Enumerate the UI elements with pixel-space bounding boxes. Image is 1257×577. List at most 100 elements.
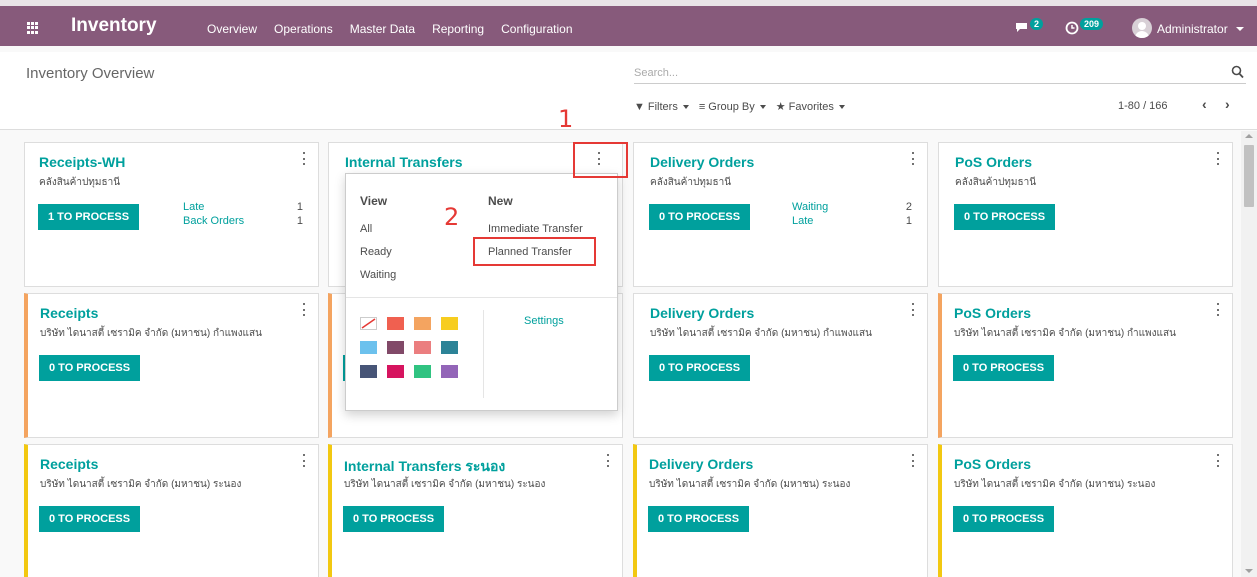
user-menu[interactable]: Administrator [1157, 22, 1228, 36]
search-bar [634, 64, 1246, 84]
color-swatch[interactable] [360, 341, 377, 354]
kebab-menu-icon[interactable] [1216, 303, 1220, 316]
color-swatch[interactable] [441, 341, 458, 354]
search-options: ▼ Filters ≡ Group By ★ Favorites [634, 100, 855, 113]
activity-count-badge: 209 [1080, 18, 1104, 30]
card-subtitle: คลังสินค้าปทุมธานี [39, 177, 121, 188]
kebab-menu-icon[interactable] [302, 152, 306, 165]
card-title[interactable]: Delivery Orders [649, 456, 753, 472]
menu-overview[interactable]: Overview [207, 22, 257, 36]
menu-reporting[interactable]: Reporting [432, 22, 484, 36]
pager-next-button[interactable]: › [1225, 96, 1230, 112]
view-waiting-item[interactable]: Waiting [360, 269, 396, 281]
kebab-menu-icon[interactable] [911, 303, 915, 316]
color-swatch[interactable] [441, 365, 458, 378]
color-swatch[interactable] [441, 317, 458, 330]
scrollbar-thumb[interactable] [1244, 145, 1254, 207]
kanban-card[interactable]: Receipts-WH คลังสินค้าปทุมธานี 1 TO PROC… [24, 142, 319, 287]
color-swatch[interactable] [387, 365, 404, 378]
menu-master-data[interactable]: Master Data [350, 22, 415, 36]
kebab-menu-icon[interactable] [1216, 152, 1220, 165]
search-icon[interactable] [1231, 65, 1244, 79]
view-all-item[interactable]: All [360, 223, 372, 235]
stat-link-late[interactable]: Late [183, 200, 204, 214]
card-subtitle: บริษัท ไดนาสตี้ เซรามิค จำกัด (มหาชน) ระ… [649, 479, 851, 490]
annotation-number-2: 2 [444, 203, 460, 231]
card-title[interactable]: Delivery Orders [650, 154, 754, 170]
color-swatch[interactable] [387, 341, 404, 354]
stat-link-waiting[interactable]: Waiting [792, 200, 828, 214]
caret-down-icon [838, 104, 845, 109]
immediate-transfer-item[interactable]: Immediate Transfer [488, 223, 583, 235]
card-title[interactable]: PoS Orders [955, 154, 1032, 170]
card-subtitle: บริษัท ไดนาสตี้ เซรามิค จำกัด (มหาชน) ระ… [344, 479, 546, 490]
kebab-menu-icon[interactable] [302, 303, 306, 316]
card-title[interactable]: Receipts [40, 456, 98, 472]
search-input[interactable] [634, 64, 1214, 82]
color-swatch[interactable] [414, 317, 431, 330]
to-process-button[interactable]: 0 TO PROCESS [343, 506, 445, 532]
color-swatch[interactable] [360, 365, 377, 378]
kebab-menu-icon[interactable] [606, 454, 610, 467]
to-process-button[interactable]: 0 TO PROCESS [953, 355, 1055, 381]
group-by-button[interactable]: ≡ Group By [699, 101, 766, 113]
stat-link-back-orders[interactable]: Back Orders [183, 214, 244, 228]
menu-configuration[interactable]: Configuration [501, 22, 572, 36]
chat-icon[interactable] [1015, 22, 1028, 33]
no-color-swatch[interactable] [360, 317, 377, 330]
filters-button[interactable]: ▼ Filters [634, 101, 689, 113]
vertical-scrollbar[interactable] [1241, 131, 1257, 577]
kanban-card[interactable]: Delivery Orders คลังสินค้าปทุมธานี 0 TO … [633, 142, 928, 287]
menu-operations[interactable]: Operations [274, 22, 333, 36]
kanban-card[interactable]: Delivery Orders บริษัท ไดนาสตี้ เซรามิค … [633, 444, 928, 577]
card-subtitle: บริษัท ไดนาสตี้ เซรามิค จำกัด (มหาชน) ระ… [954, 479, 1156, 490]
to-process-button[interactable]: 0 TO PROCESS [649, 204, 751, 230]
avatar[interactable] [1132, 18, 1152, 38]
to-process-button[interactable]: 0 TO PROCESS [648, 506, 750, 532]
kanban-card[interactable]: Delivery Orders บริษัท ไดนาสตี้ เซรามิค … [633, 293, 928, 438]
color-swatch[interactable] [414, 341, 431, 354]
kanban-card[interactable]: Internal Transfers ระนอง บริษัท ไดนาสตี้… [328, 444, 623, 577]
kanban-card[interactable]: Receipts บริษัท ไดนาสตี้ เซรามิค จำกัด (… [24, 444, 319, 577]
scroll-down-arrow-icon[interactable] [1245, 569, 1253, 573]
view-ready-item[interactable]: Ready [360, 246, 392, 258]
to-process-button[interactable]: 0 TO PROCESS [39, 506, 141, 532]
card-dropdown-menu: View All Ready Waiting New Immediate Tra… [345, 173, 618, 411]
kebab-menu-icon[interactable] [1216, 454, 1220, 467]
card-title[interactable]: Receipts-WH [39, 154, 125, 170]
card-title[interactable]: PoS Orders [954, 305, 1031, 321]
to-process-button[interactable]: 0 TO PROCESS [649, 355, 751, 381]
pager-value[interactable]: 1-80 / 166 [1118, 100, 1168, 112]
kanban-card[interactable]: PoS Orders บริษัท ไดนาสตี้ เซรามิค จำกัด… [938, 444, 1233, 577]
pager-previous-button[interactable]: ‹ [1202, 96, 1207, 112]
favorites-button[interactable]: ★ Favorites [776, 100, 845, 113]
to-process-button[interactable]: 0 TO PROCESS [39, 355, 141, 381]
to-process-button[interactable]: 0 TO PROCESS [954, 204, 1056, 230]
filters-label: Filters [647, 100, 678, 113]
card-title[interactable]: Receipts [40, 305, 98, 321]
card-title[interactable]: Internal Transfers [345, 154, 463, 170]
settings-link[interactable]: Settings [524, 315, 564, 327]
kebab-menu-icon[interactable] [911, 454, 915, 467]
color-swatch[interactable] [387, 317, 404, 330]
divider [483, 310, 484, 398]
card-title[interactable]: PoS Orders [954, 456, 1031, 472]
control-panel: Inventory Overview ▼ Filters ≡ Group By … [0, 52, 1257, 130]
card-title[interactable]: Internal Transfers ระนอง [344, 456, 505, 478]
kebab-menu-icon[interactable] [302, 454, 306, 467]
apps-menu-icon[interactable] [27, 22, 39, 34]
kanban-card[interactable]: PoS Orders คลังสินค้าปทุมธานี 0 TO PROCE… [938, 142, 1233, 287]
to-process-button[interactable]: 0 TO PROCESS [953, 506, 1055, 532]
stat-value: 1 [905, 215, 912, 227]
clock-icon[interactable] [1065, 21, 1079, 35]
card-title[interactable]: Delivery Orders [650, 305, 754, 321]
kanban-card[interactable]: PoS Orders บริษัท ไดนาสตี้ เซรามิค จำกัด… [938, 293, 1233, 438]
app-name[interactable]: Inventory [71, 15, 157, 37]
scroll-up-arrow-icon[interactable] [1245, 134, 1253, 138]
stat-link-late[interactable]: Late [792, 214, 813, 228]
kebab-menu-icon[interactable] [911, 152, 915, 165]
color-swatch[interactable] [414, 365, 431, 378]
to-process-button[interactable]: 1 TO PROCESS [38, 204, 140, 230]
chevron-down-icon[interactable] [1236, 27, 1244, 31]
kanban-card[interactable]: Receipts บริษัท ไดนาสตี้ เซรามิค จำกัด (… [24, 293, 319, 438]
